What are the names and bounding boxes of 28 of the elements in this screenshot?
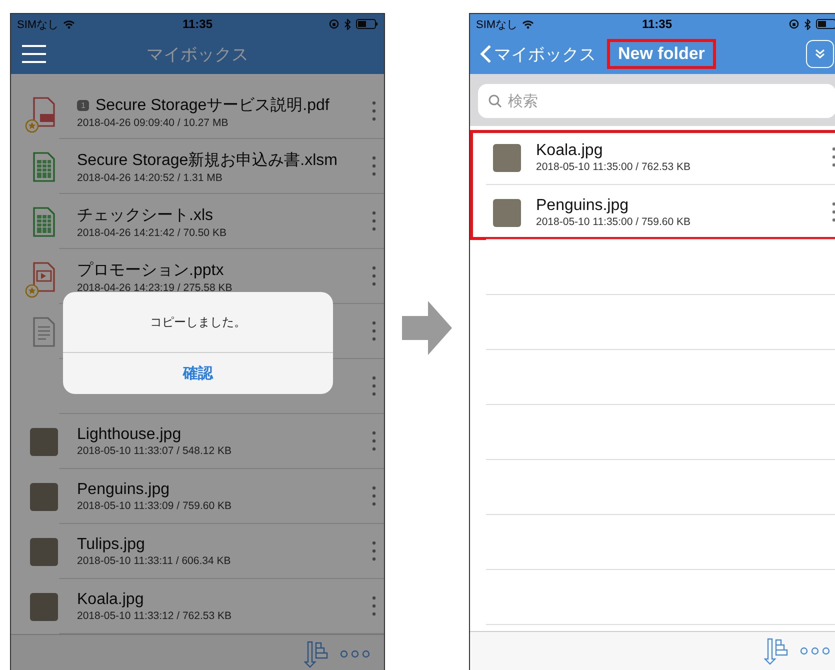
file-details: 2018-05-10 11:33:07 / 548.12 KB xyxy=(77,445,232,457)
file-details: 2018-04-26 14:23:19 / 275.58 KB xyxy=(77,282,232,294)
file-name: プロモーション.pptx xyxy=(77,260,224,280)
clock-time: 11:35 xyxy=(181,17,214,31)
folder-title: New folder xyxy=(610,42,713,66)
clock-time: 11:35 xyxy=(640,17,674,31)
file-name: Penguins.jpg xyxy=(536,197,629,215)
comment-badge: 1 xyxy=(77,100,90,110)
file-details: 2018-05-10 11:35:00 / 759.60 KB xyxy=(536,216,691,228)
file-details: 2018-05-10 11:33:12 / 762.53 KB xyxy=(77,610,232,622)
file-name: チェックシート.xls xyxy=(77,206,213,226)
file-name: Secure Storage新規お申込み書.xlsm xyxy=(77,150,338,170)
file-details: 2018-05-10 11:35:00 / 762.53 KB xyxy=(536,161,691,173)
file-details: 2018-04-26 09:09:40 / 10.27 MB xyxy=(77,116,230,128)
file-name: Koala.jpg xyxy=(536,142,603,160)
file-name: Lighthouse.jpg xyxy=(77,426,182,444)
file-details: 2018-05-10 11:33:11 / 606.34 KB xyxy=(77,555,231,567)
file-name: Secure Storageサービス説明.pdf xyxy=(95,96,330,116)
file-name: Penguins.jpg xyxy=(77,481,170,499)
file-details: 2018-04-26 14:21:42 / 70.50 KB xyxy=(77,226,226,238)
screen-title: マイボックス xyxy=(146,44,248,64)
file-name: Koala.jpg xyxy=(77,591,144,609)
file-name: Tulips.jpg xyxy=(77,536,145,554)
alert-message: コピーしました。 xyxy=(150,314,246,330)
carrier-label: SIMなし xyxy=(476,18,518,32)
file-details: 2018-04-26 14:20:52 / 1.31 MB xyxy=(77,172,224,184)
carrier-label: SIMなし xyxy=(17,18,59,32)
file-details: 2018-05-10 11:33:09 / 759.60 KB xyxy=(77,500,232,512)
